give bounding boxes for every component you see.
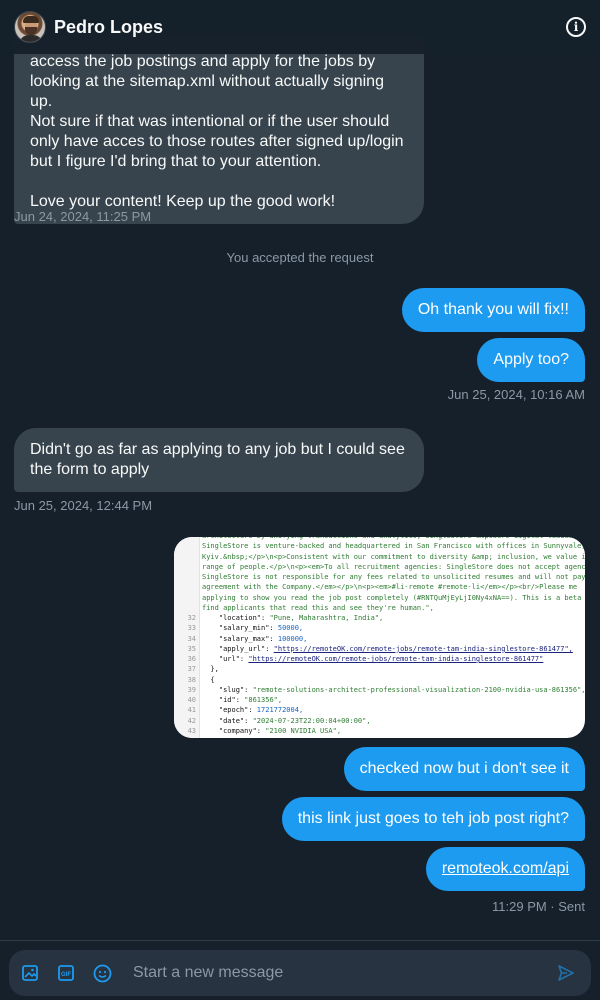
- incoming-message: access the job postings and apply for th…: [14, 34, 424, 224]
- code-text: range of people.</p>\n<p><em>To all recr…: [202, 562, 585, 571]
- code-line: 34 "salary_max": 100000,: [174, 634, 585, 644]
- code-line: 33 "salary_min": 50000,: [174, 623, 585, 633]
- avatar-hair: [23, 16, 39, 23]
- send-icon[interactable]: [555, 962, 577, 984]
- svg-text:GIF: GIF: [61, 972, 71, 978]
- code-text: SingleStore is venture-backed and headqu…: [202, 542, 585, 551]
- image-attachment[interactable]: architecture by unifying transactions an…: [174, 537, 585, 738]
- code-line: 38 {: [174, 675, 585, 685]
- message-line: access the job postings and apply for th…: [30, 53, 376, 70]
- code-text: "company": "2100 NVIDIA USA",: [202, 726, 342, 735]
- code-text: "id": "861356",: [202, 696, 283, 704]
- contact-name[interactable]: Pedro Lopes: [54, 17, 163, 38]
- code-text: Kyiv.&nbsp;</p>\n<p>Consistent with our …: [202, 552, 585, 561]
- avatar-beard: [25, 27, 37, 35]
- code-text: architecture by unifying transactions an…: [202, 537, 577, 540]
- code-text: "url": "https://remoteOK.com/remote-jobs…: [202, 655, 544, 663]
- message-timestamp: Jun 25, 2024, 10:16 AM: [447, 387, 585, 402]
- message-line: Not sure if that was intentional or if t…: [30, 113, 390, 130]
- gif-icon[interactable]: GIF: [55, 962, 77, 984]
- message-timestamp: Jun 25, 2024, 12:44 PM: [14, 498, 153, 513]
- code-line: agreement with the Company.</em></p>\n<p…: [174, 582, 585, 592]
- outgoing-message: remoteok.com/api: [425, 847, 585, 891]
- message-input[interactable]: Start a new message: [133, 964, 555, 982]
- message-line: only have acces to those routes after si…: [30, 133, 404, 150]
- message-status: 11:29 PM · Sent: [492, 899, 585, 914]
- code-text: "location": "Pune, Maharashtra, India",: [202, 614, 384, 622]
- code-line: 41 "epoch": 1721772004,: [174, 705, 585, 715]
- code-text: "salary_min": 50000,: [202, 624, 304, 633]
- line-number: 43: [187, 726, 196, 735]
- code-text: "apply_url": "https://remoteOK.com/remot…: [202, 644, 573, 653]
- code-line: 36 "url": "https://remoteOK.com/remote-j…: [174, 654, 585, 664]
- code-line: SingleStore is venture-backed and headqu…: [174, 541, 585, 551]
- outgoing-message: checked now but i don't see it: [343, 747, 585, 791]
- code-line: applying to show you read the job post c…: [174, 593, 585, 603]
- system-message: You accepted the request: [226, 250, 374, 265]
- composer-divider: [0, 940, 600, 941]
- line-number: 37: [187, 665, 196, 674]
- line-number: 36: [187, 655, 196, 663]
- code-text: agreement with the Company.</em></p>\n<p…: [202, 583, 578, 592]
- code-text: applying to show you read the job post c…: [202, 593, 585, 602]
- code-text: "slug": "remote-solutions-architect-prof…: [202, 685, 585, 694]
- incoming-message: Didn't go as far as applying to any job …: [14, 428, 424, 492]
- message-line: looking at the sitemap.xml without actua…: [30, 73, 384, 110]
- code-text: SingleStore is not responsible for any f…: [202, 573, 585, 581]
- message-line: Didn't go as far as applying to any job …: [30, 441, 405, 458]
- code-line: 32 "location": "Pune, Maharashtra, India…: [174, 613, 585, 623]
- info-icon[interactable]: i: [566, 17, 586, 37]
- code-line: 39 "slug": "remote-solutions-architect-p…: [174, 685, 585, 695]
- line-number: 40: [187, 696, 196, 704]
- code-text: "salary_max": 100000,: [202, 634, 308, 643]
- emoji-icon[interactable]: [91, 962, 113, 984]
- avatar[interactable]: [14, 11, 46, 43]
- code-text: },: [202, 665, 219, 674]
- message-composer: GIF Start a new message: [9, 950, 591, 996]
- code-line: Kyiv.&nbsp;</p>\n<p>Consistent with our …: [174, 552, 585, 562]
- code-line: SingleStore is not responsible for any f…: [174, 572, 585, 582]
- code-text: "date": "2024-07-23T22:00:04+00:00",: [202, 716, 371, 725]
- outgoing-message: Apply too?: [477, 338, 585, 382]
- code-text: {: [202, 675, 215, 684]
- line-number: 42: [187, 716, 196, 725]
- code-text: find applicants that read this and see t…: [202, 603, 434, 612]
- message-line: [30, 172, 408, 192]
- message-timestamp: Jun 24, 2024, 11:25 PM: [14, 209, 152, 224]
- code-text: "epoch": 1721772004,: [202, 706, 304, 715]
- code-line: 40 "id": "861356",: [174, 695, 585, 705]
- code-line: 35 "apply_url": "https://remoteOK.com/re…: [174, 644, 585, 654]
- line-number: 32: [187, 614, 196, 622]
- line-number: 39: [187, 685, 196, 694]
- code-line: 42 "date": "2024-07-23T22:00:04+00:00",: [174, 716, 585, 726]
- message-line: the form to apply: [30, 461, 150, 478]
- line-number: 34: [187, 634, 196, 643]
- conversation-header: Pedro Lopes i: [0, 0, 600, 54]
- message-line: but I figure I'd bring that to your atte…: [30, 153, 322, 170]
- code-line: find applicants that read this and see t…: [174, 603, 585, 613]
- message-link[interactable]: remoteok.com/api: [442, 860, 569, 877]
- outgoing-message: Oh thank you will fix!!: [401, 288, 585, 332]
- avatar-body: [19, 35, 43, 42]
- image-icon[interactable]: [19, 962, 41, 984]
- code-line: range of people.</p>\n<p><em>To all recr…: [174, 562, 585, 572]
- outgoing-message: this link just goes to teh job post righ…: [281, 797, 585, 841]
- code-line: 37 },: [174, 664, 585, 674]
- code-line: 43 "company": "2100 NVIDIA USA",: [174, 726, 585, 736]
- line-number: 38: [187, 675, 196, 684]
- line-number: 33: [187, 624, 196, 633]
- line-number: 41: [187, 706, 196, 715]
- line-number: 35: [187, 644, 196, 653]
